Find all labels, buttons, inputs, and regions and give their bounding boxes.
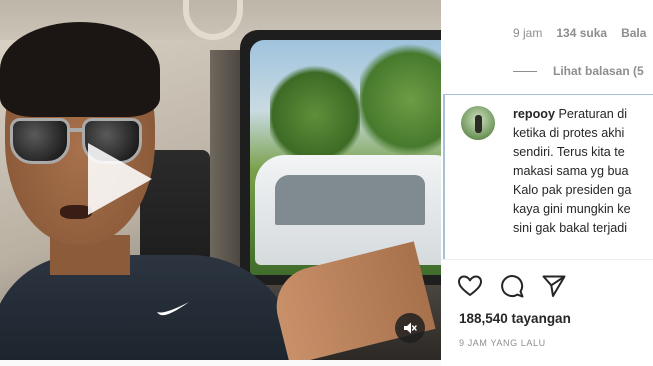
comment-line: makasi sama yg bua [513,164,629,178]
view-count[interactable]: 188,540 tayangan [459,311,571,326]
share-icon[interactable] [541,273,567,299]
avatar-figure [475,115,482,133]
parked-car-window [275,175,425,225]
heart-icon[interactable] [457,273,483,299]
comment-item: repooy Peraturan di ketika di protes akh… [443,94,653,259]
comment-line: kaya gini mungkin ke [513,202,631,216]
car-window [250,40,441,275]
actions-divider [441,259,653,260]
comment-text: repooy Peraturan di ketika di protes akh… [513,105,653,238]
post-timestamp[interactable]: 9 JAM YANG LALU [459,338,546,348]
replies-divider-line [513,70,537,72]
video-player[interactable] [0,0,441,360]
comment-line: ketika di protes akhi [513,126,625,140]
reply-button[interactable]: Bala [621,26,646,40]
comment-likes-link[interactable]: 134 suka [556,26,607,40]
post-side-panel: 9 jam 134 suka Bala Lihat balasan (5 rep… [441,0,653,366]
tree [270,60,360,170]
comment-username[interactable]: repooy [513,107,555,121]
swoosh-logo-icon [157,302,189,316]
view-replies-button[interactable]: Lihat balasan (5 [513,64,644,78]
comment-time: 9 jam [513,26,543,40]
comment-line: sini gak bakal terjadi [513,221,628,235]
comment-meta-row: 9 jam 134 suka Bala [513,26,646,40]
person-hair [0,22,160,117]
speaker-muted-icon [404,322,417,334]
comment-line: Peraturan di [555,107,628,121]
play-icon[interactable] [88,143,152,215]
avatar[interactable] [461,106,495,140]
post-actions [457,273,567,299]
comment-line: sendiri. Terus kita te [513,145,625,159]
comment-icon[interactable] [499,273,525,299]
comment-line: Kalo pak presiden ga [513,183,632,197]
tree [360,40,441,160]
view-replies-label: Lihat balasan (5 [553,64,644,78]
sunglasses-lens [10,118,70,164]
mute-button[interactable] [395,313,425,343]
video-bottom-strip [0,360,441,366]
